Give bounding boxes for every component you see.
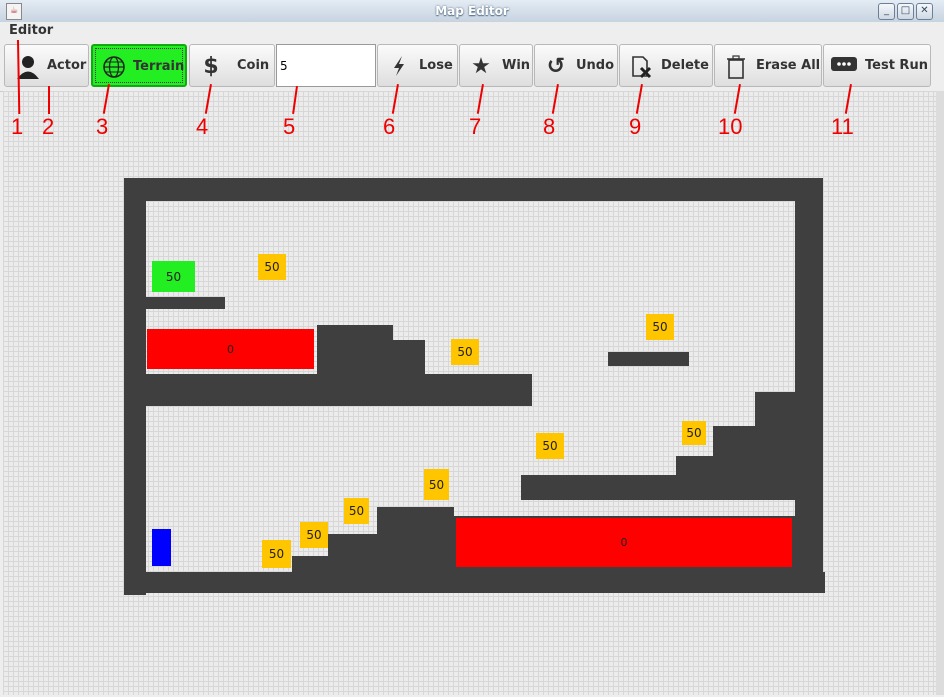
lava-zone[interactable]: 0 xyxy=(147,329,314,369)
terrain-block[interactable] xyxy=(755,392,795,500)
undo-label: Undo xyxy=(576,58,615,73)
lose-button[interactable]: Lose xyxy=(377,44,458,87)
title-bar: ☕ Map Editor _ □ ✕ xyxy=(0,0,944,23)
test-run-button[interactable]: Test Run xyxy=(823,44,931,87)
trash-icon xyxy=(723,54,749,80)
erase-all-label: Erase All xyxy=(756,58,821,73)
annotation-label: 11 xyxy=(831,114,854,139)
terrain-block[interactable] xyxy=(328,534,377,572)
coin[interactable]: 50 xyxy=(536,433,564,459)
toolbar: Actor Terrain $ Coin Lose ★ Win ↺ Undo D… xyxy=(0,41,944,92)
terrain-block[interactable] xyxy=(146,297,225,309)
win-button[interactable]: ★ Win xyxy=(459,44,533,87)
delete-file-icon xyxy=(628,54,654,80)
annotation-label: 9 xyxy=(629,114,642,139)
dots-icon xyxy=(830,54,857,80)
annotation-label: 8 xyxy=(543,114,556,139)
win-label: Win xyxy=(502,58,531,73)
annotation-label: 10 xyxy=(718,114,743,139)
terrain-block[interactable] xyxy=(377,507,454,572)
coin[interactable]: 50 xyxy=(424,469,449,500)
coin-label: Coin xyxy=(237,58,270,73)
terrain-label: Terrain xyxy=(133,59,185,74)
annotation-label: 6 xyxy=(383,114,396,139)
annotation-label: 3 xyxy=(96,114,109,139)
coin-button[interactable]: $ Coin xyxy=(189,44,275,87)
undo-button[interactable]: ↺ Undo xyxy=(534,44,618,87)
coin[interactable]: 50 xyxy=(682,421,706,445)
test-run-label: Test Run xyxy=(865,58,928,73)
menu-bar: Editor xyxy=(0,22,944,41)
terrain-block[interactable] xyxy=(317,325,393,375)
annotation-line xyxy=(48,86,50,114)
erase-all-button[interactable]: Erase All xyxy=(714,44,822,87)
terrain-block[interactable] xyxy=(124,178,823,201)
coin[interactable]: 50 xyxy=(262,540,291,568)
dollar-icon: $ xyxy=(203,54,219,79)
terrain-block[interactable] xyxy=(795,178,823,500)
win-goal[interactable]: 50 xyxy=(152,261,195,292)
terrain-block[interactable] xyxy=(676,456,713,500)
vertical-scrollbar[interactable] xyxy=(936,91,944,695)
coin[interactable]: 50 xyxy=(646,314,674,340)
terrain-block[interactable] xyxy=(124,572,825,593)
terrain-block[interactable] xyxy=(713,426,755,500)
menu-editor[interactable]: Editor xyxy=(9,23,53,38)
maximize-icon[interactable]: □ xyxy=(897,3,914,20)
lava-zone[interactable]: 0 xyxy=(456,518,792,567)
annotation-label: 7 xyxy=(469,114,482,139)
star-icon: ★ xyxy=(471,54,491,79)
annotation-label: 4 xyxy=(196,114,209,139)
annotation-label: 2 xyxy=(42,114,55,139)
actor-spawn[interactable] xyxy=(152,529,171,566)
undo-icon: ↺ xyxy=(546,54,566,79)
coin[interactable]: 50 xyxy=(451,339,479,365)
lose-label: Lose xyxy=(419,58,453,73)
terrain-block[interactable] xyxy=(521,475,676,500)
lightning-icon xyxy=(386,54,412,80)
coin[interactable]: 50 xyxy=(344,498,369,524)
value-input[interactable] xyxy=(276,44,376,87)
annotation-label: 5 xyxy=(283,114,296,139)
coin[interactable]: 50 xyxy=(258,254,286,280)
delete-label: Delete xyxy=(661,58,709,73)
delete-button[interactable]: Delete xyxy=(619,44,713,87)
annotation-label: 1 xyxy=(11,114,24,139)
terrain-block[interactable] xyxy=(393,340,425,375)
terrain-block[interactable] xyxy=(608,352,689,366)
terrain-block[interactable] xyxy=(124,195,146,595)
window-title: Map Editor xyxy=(435,4,509,18)
globe-icon xyxy=(101,55,127,81)
terrain-block[interactable] xyxy=(795,500,823,572)
coin[interactable]: 50 xyxy=(300,522,328,548)
terrain-block[interactable] xyxy=(292,556,328,572)
minimize-icon[interactable]: _ xyxy=(878,3,895,20)
terrain-button[interactable]: Terrain xyxy=(91,44,187,87)
actor-label: Actor xyxy=(47,58,87,73)
terrain-block[interactable] xyxy=(146,374,532,406)
close-icon[interactable]: ✕ xyxy=(916,3,933,20)
